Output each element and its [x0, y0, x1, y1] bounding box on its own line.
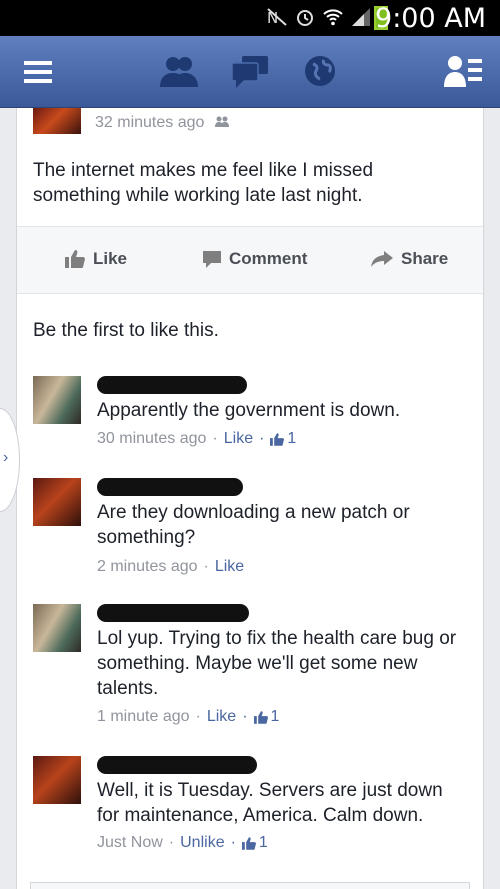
commenter-avatar[interactable] — [33, 478, 81, 526]
comment-text: Lol yup. Trying to fix the health care b… — [97, 628, 457, 699]
commenter-avatar[interactable] — [33, 376, 81, 424]
status-bar: N 9:00 AM — [0, 0, 500, 36]
share-icon — [371, 251, 393, 267]
comment-like-count[interactable]: 1 — [253, 708, 280, 726]
thumbs-up-icon — [270, 432, 285, 446]
nfc-icon: N — [267, 8, 287, 27]
wifi-icon — [323, 9, 343, 26]
commenter-name-redacted[interactable] — [97, 478, 243, 496]
comment-text: Well, it is Tuesday. Servers are just do… — [97, 780, 443, 826]
alarm-icon — [297, 10, 313, 26]
commenter-name-redacted[interactable] — [97, 604, 249, 622]
comment-timestamp: 1 minute ago — [97, 708, 190, 725]
post-text: The internet makes me feel like I missed… — [33, 160, 374, 206]
comment-meta: Just Now · Unlike · 1 — [97, 834, 268, 852]
thumbs-up-icon — [253, 710, 268, 724]
menu-icon[interactable] — [24, 60, 52, 84]
share-button-label: Share — [401, 249, 449, 268]
comment-button-label: Comment — [229, 249, 308, 268]
comment-meta: 1 minute ago · Like · 1 — [97, 708, 280, 726]
chevron-right-icon: › — [3, 449, 9, 466]
likes-summary: Be the first to like this. — [33, 320, 219, 341]
thumbs-up-icon — [65, 250, 85, 268]
like-button[interactable]: Like — [65, 249, 127, 269]
commenter-name-redacted[interactable] — [97, 756, 257, 774]
comment-like-count[interactable]: 1 — [270, 430, 296, 448]
comment-like-link[interactable]: Like — [215, 558, 244, 576]
comment-like-link[interactable]: Like — [224, 430, 253, 448]
comment-meta: 30 minutes ago · Like · 1 — [97, 430, 297, 448]
post-timestamp[interactable]: 32 minutes ago — [95, 114, 204, 132]
svg-text:N: N — [267, 9, 278, 27]
post-action-bar: Like Comment Share — [17, 226, 483, 294]
commenter-name-redacted[interactable] — [97, 376, 247, 394]
friend-requests-icon[interactable] — [160, 55, 198, 89]
post-card: 32 minutes ago The internet makes me fee… — [16, 108, 484, 889]
signal-icon — [352, 8, 370, 26]
notifications-globe-icon[interactable] — [304, 55, 336, 87]
share-button[interactable]: Share — [371, 249, 448, 269]
status-time: 9:00 AM — [375, 3, 486, 34]
messages-icon[interactable] — [232, 56, 268, 88]
comment-icon — [203, 251, 221, 268]
thumbs-up-icon — [241, 836, 256, 850]
comment-like-link[interactable]: Like — [207, 708, 236, 726]
comment-button[interactable]: Comment — [203, 249, 307, 269]
like-count-value: 1 — [270, 708, 280, 725]
comment-meta: 2 minutes ago · Like — [97, 558, 245, 576]
commenter-avatar[interactable] — [33, 756, 81, 804]
like-count-value: 1 — [258, 834, 268, 851]
contacts-icon[interactable] — [444, 55, 482, 89]
commenter-avatar[interactable] — [33, 604, 81, 652]
top-navbar — [0, 36, 500, 108]
audience-friends-icon — [215, 116, 229, 127]
comment-unlike-link[interactable]: Unlike — [180, 834, 224, 852]
comment-input-bar[interactable] — [30, 882, 470, 889]
comment-timestamp: 30 minutes ago — [97, 430, 207, 447]
comment-timestamp: 2 minutes ago — [97, 558, 198, 575]
comment-timestamp: Just Now — [97, 834, 163, 851]
comment-text: Are they downloading a new patch or some… — [97, 502, 410, 548]
like-count-value: 1 — [287, 430, 297, 447]
comment-like-count[interactable]: 1 — [241, 834, 268, 852]
post-author-avatar[interactable] — [33, 108, 81, 134]
comment-text: Apparently the government is down. — [97, 400, 401, 421]
like-button-label: Like — [93, 249, 128, 268]
